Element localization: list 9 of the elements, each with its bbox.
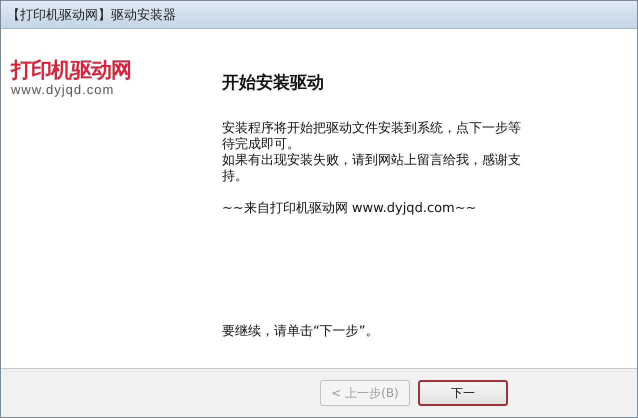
paragraph: 如果有出现安装失败，请到网站上留言给我，感谢支持。 — [222, 153, 522, 185]
signature-text: ~~来自打印机驱动网 www.dyjqd.com~~ — [222, 201, 478, 217]
next-button[interactable]: 下一 — [418, 380, 508, 406]
logo-text: 打印机驱动网 — [11, 59, 131, 82]
continue-hint: 要继续，请单击“下一步”。 — [222, 324, 380, 340]
logo-url: www.dyjqd.com — [11, 82, 114, 98]
paragraph: 安装程序将开始把驱动文件安装到系统，点下一步等待完成即可。 — [222, 121, 522, 153]
window-title: 【打印机驱动网】驱动安装器 — [7, 6, 176, 24]
page-heading: 开始安装驱动 — [222, 72, 325, 94]
